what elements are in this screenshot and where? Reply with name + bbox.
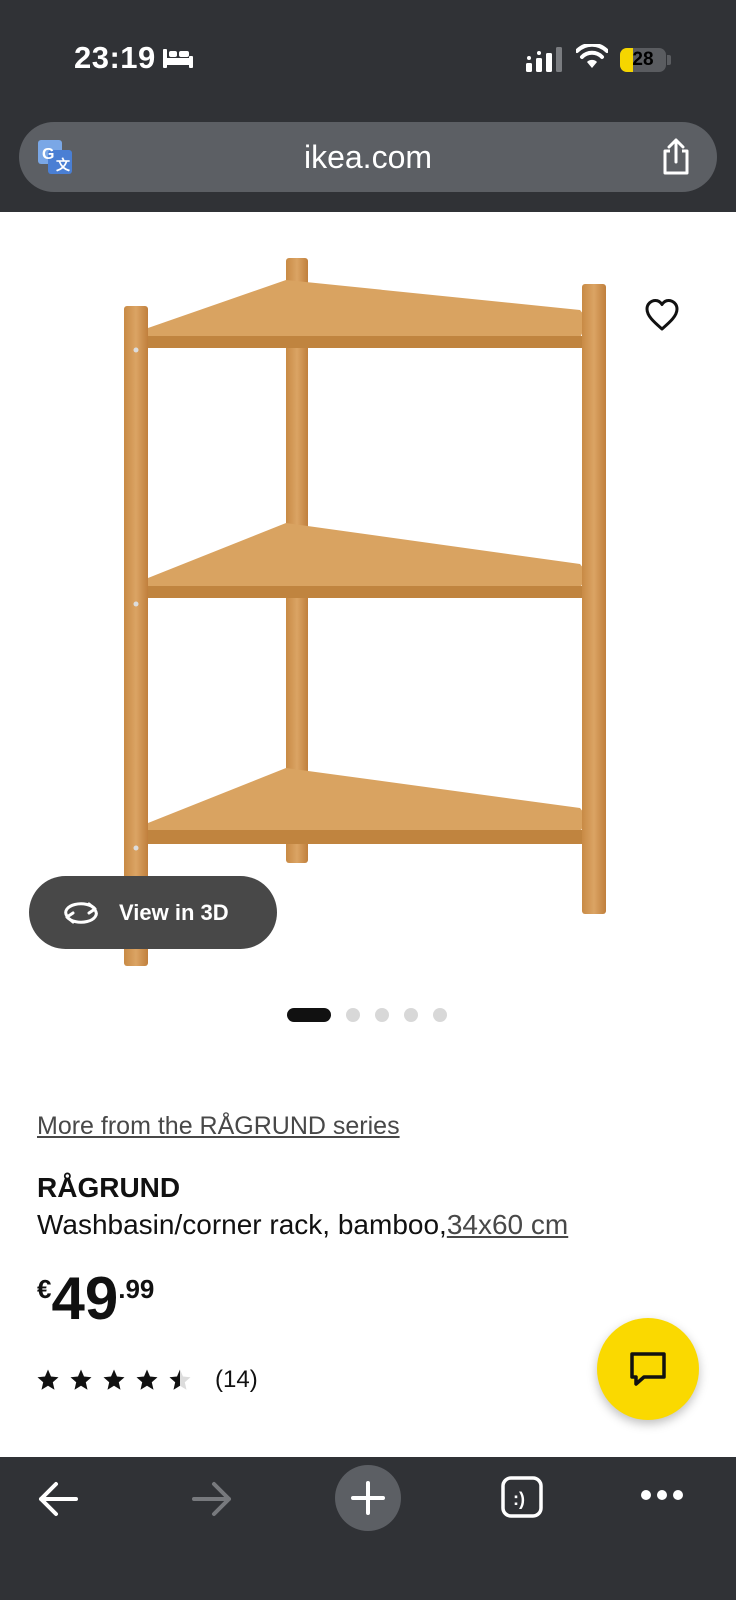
star-icon-3 xyxy=(103,1369,125,1390)
star-icon-1 xyxy=(37,1369,59,1390)
rating[interactable]: (14) xyxy=(36,1366,258,1394)
pagination-dot-5[interactable] xyxy=(433,1008,447,1022)
wifi-icon xyxy=(576,44,608,68)
battery-indicator: 28 xyxy=(620,48,666,72)
more-icon[interactable] xyxy=(640,1489,684,1501)
product-description-text: Washbasin/corner rack, bamboo, xyxy=(37,1209,447,1240)
battery-level: 28 xyxy=(632,49,654,70)
star-half-icon xyxy=(169,1369,191,1390)
pagination-dot-1[interactable] xyxy=(287,1008,331,1022)
pagination-dot-3[interactable] xyxy=(375,1008,389,1022)
chat-icon xyxy=(630,1352,666,1386)
product-price: €49.99 xyxy=(37,1268,154,1330)
pagination-dot-2[interactable] xyxy=(346,1008,360,1022)
plus-icon xyxy=(351,1481,385,1515)
chat-button[interactable] xyxy=(597,1318,699,1420)
price-integer: 49 xyxy=(51,1265,119,1332)
tabs-icon[interactable]: :) xyxy=(500,1475,544,1519)
size-link[interactable]: 34x60 cm xyxy=(447,1209,568,1240)
review-count[interactable]: (14) xyxy=(215,1366,258,1394)
new-tab-button[interactable] xyxy=(335,1465,401,1531)
product-description: Washbasin/corner rack, bamboo,34x60 cm xyxy=(37,1209,568,1241)
status-time: 23:19 xyxy=(74,40,156,75)
view-in-3d-button[interactable]: View in 3D xyxy=(29,876,277,949)
share-icon[interactable] xyxy=(659,138,693,176)
svg-text::): :) xyxy=(513,1489,525,1509)
url-text[interactable]: ikea.com xyxy=(19,122,717,192)
series-link[interactable]: More from the RÅGRUND series xyxy=(37,1112,400,1141)
browser-bottom-toolbar: :) xyxy=(0,1457,736,1600)
star-icon-4 xyxy=(136,1369,158,1390)
heart-icon[interactable] xyxy=(644,298,680,332)
price-currency: € xyxy=(37,1274,52,1304)
forward-arrow-icon[interactable] xyxy=(190,1479,234,1519)
image-pagination[interactable] xyxy=(287,1007,462,1023)
product-name: RÅGRUND xyxy=(37,1172,181,1203)
price-decimal: .99 xyxy=(118,1274,155,1304)
bed-icon xyxy=(163,49,193,68)
pagination-dot-4[interactable] xyxy=(404,1008,418,1022)
address-bar[interactable]: G 文 ikea.com xyxy=(19,122,717,192)
back-arrow-icon[interactable] xyxy=(36,1479,80,1519)
signal-icon xyxy=(526,47,562,72)
star-icon-2 xyxy=(70,1369,92,1390)
product-image[interactable] xyxy=(110,248,620,968)
battery-tip xyxy=(667,55,671,65)
rotate-3d-icon xyxy=(64,901,98,924)
browser-top-bar: 23:19 28 G 文 ikea.com xyxy=(0,0,736,212)
view-in-3d-label: View in 3D xyxy=(119,899,229,925)
